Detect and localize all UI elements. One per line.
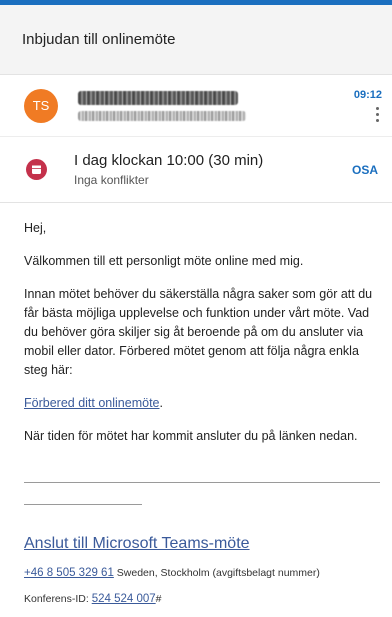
avatar-initials: TS: [32, 98, 50, 113]
conference-id-link[interactable]: 524 524 007: [92, 593, 156, 605]
sender-address-redacted: [78, 110, 246, 121]
divider-long: [24, 482, 380, 483]
phone-description: Sweden, Stockholm (avgiftsbelagt nummer): [113, 567, 320, 579]
rsvp-button[interactable]: OSA: [352, 163, 378, 177]
more-options-icon[interactable]: [376, 107, 380, 122]
divider-short: [24, 504, 142, 505]
calendar-icon: [26, 159, 47, 180]
email-subject: Inbjudan till onlinemöte: [22, 31, 176, 48]
sender-avatar[interactable]: TS: [24, 88, 58, 123]
dial-in-row: +46 8 505 329 61 Sweden, Stockholm (avgi…: [24, 567, 392, 579]
event-conflicts: Inga konflikter: [74, 173, 149, 187]
conference-id-row: Konferens-ID: 524 524 007#: [24, 593, 392, 605]
phone-number-link[interactable]: +46 8 505 329 61: [24, 567, 114, 579]
welcome-text: Välkommen till ett personligt möte onlin…: [24, 254, 304, 268]
join-note: När tiden för mötet har kommit ansluter …: [24, 429, 358, 443]
prepare-paragraph: Förbered ditt onlinemöte.: [24, 394, 378, 413]
email-subject-header: Inbjudan till onlinemöte: [0, 5, 392, 75]
prepare-suffix: .: [159, 396, 163, 410]
event-time: I dag klockan 10:00 (30 min): [74, 152, 264, 169]
conference-id-label: Konferens-ID:: [24, 593, 92, 605]
event-summary-row[interactable]: I dag klockan 10:00 (30 min) Inga konfli…: [0, 137, 392, 203]
prepare-meeting-link[interactable]: Förbered ditt onlinemöte: [24, 396, 160, 410]
email-body: Hej, Välkommen till ett personligt möte …: [0, 203, 392, 446]
event-details: I dag klockan 10:00 (30 min) Inga konfli…: [74, 152, 263, 187]
greeting: Hej,: [24, 221, 47, 235]
sender-name-redacted: [78, 90, 238, 105]
sender-info: [78, 90, 246, 121]
instructions-text: Innan mötet behöver du säkerställa några…: [24, 287, 373, 377]
conference-id-suffix: #: [155, 593, 162, 605]
sender-row[interactable]: TS 09:12: [0, 75, 392, 137]
received-time: 09:12: [353, 89, 382, 101]
join-teams-meeting-link[interactable]: Anslut till Microsoft Teams-möte: [24, 535, 392, 553]
